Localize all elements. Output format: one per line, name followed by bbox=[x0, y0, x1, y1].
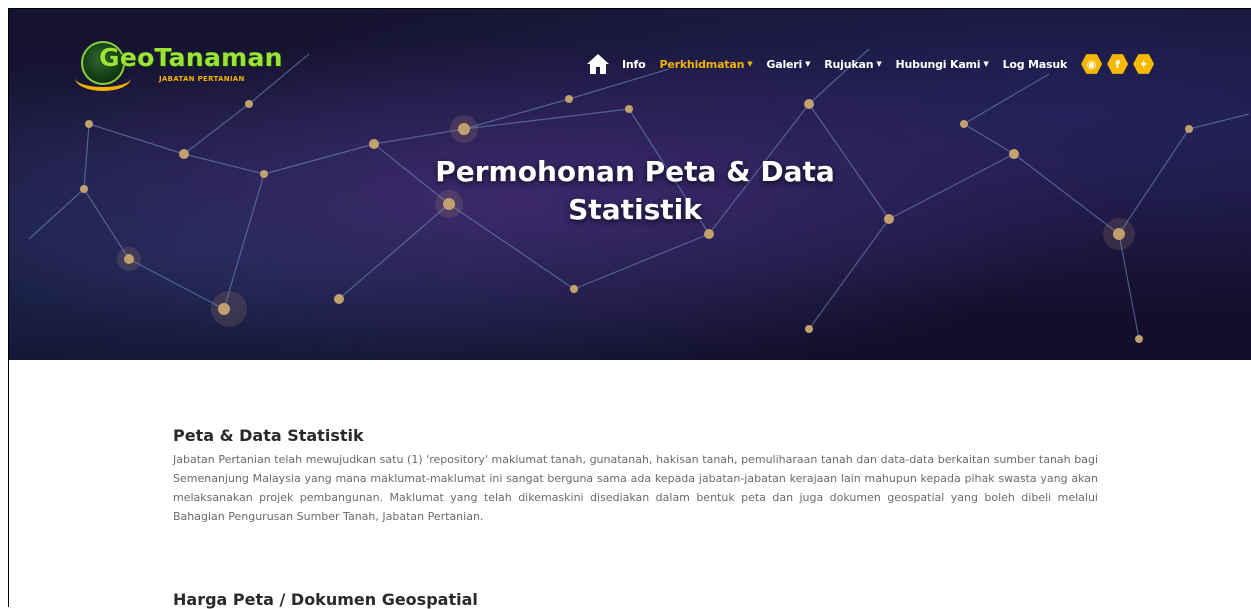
instagram-icon[interactable]: ◉ bbox=[1081, 54, 1103, 74]
nav-item-log-masuk[interactable]: Log Masuk bbox=[1003, 58, 1068, 71]
twitter-icon[interactable]: ✦ bbox=[1133, 54, 1155, 74]
nav-item-rujukan[interactable]: Rujukan ▼ bbox=[824, 58, 881, 71]
caret-down-icon: ▼ bbox=[805, 59, 811, 68]
page-title: Permohonan Peta & Data Statistik bbox=[370, 153, 900, 229]
main-navigation: Info Perkhidmatan ▼ Galeri ▼ Rujukan ▼ Hubu… bbox=[586, 53, 1159, 75]
logo-brand-text: GeoTanaman bbox=[99, 43, 283, 72]
home-icon[interactable] bbox=[586, 53, 610, 75]
nav-item-rujukan-label: Rujukan bbox=[824, 57, 874, 71]
nav-item-galeri[interactable]: Galeri ▼ bbox=[766, 58, 810, 71]
caret-down-icon: ▼ bbox=[876, 59, 882, 68]
page-title-line-2: Statistik bbox=[568, 193, 702, 226]
site-logo[interactable]: GeoTanaman JABATAN PERTANIAN bbox=[75, 39, 282, 99]
caret-down-icon: ▼ bbox=[983, 59, 989, 68]
nav-item-info-label: Info bbox=[622, 57, 646, 71]
facebook-icon[interactable]: f bbox=[1107, 54, 1129, 74]
caret-down-icon: ▼ bbox=[747, 59, 753, 68]
nav-item-hubungi-kami[interactable]: Hubungi Kami ▼ bbox=[896, 58, 989, 71]
main-content: Peta & Data Statistik Jabatan Pertanian … bbox=[9, 360, 1251, 609]
page-title-line-1: Permohonan Peta & Data bbox=[435, 155, 835, 188]
nav-item-info[interactable]: Info bbox=[622, 57, 646, 71]
nav-item-log-masuk-label: Log Masuk bbox=[1002, 57, 1068, 71]
nav-item-perkhidmatan-label: Perkhidmatan bbox=[659, 57, 745, 71]
logo-subtitle: JABATAN PERTANIAN bbox=[159, 75, 245, 83]
social-links: ◉ f ✦ bbox=[1081, 53, 1159, 75]
hero-banner: GeoTanaman JABATAN PERTANIAN Info Perkhi… bbox=[9, 9, 1251, 360]
nav-item-hubungi-kami-label: Hubungi Kami bbox=[895, 57, 981, 71]
nav-item-galeri-label: Galeri bbox=[766, 57, 803, 71]
nav-item-perkhidmatan[interactable]: Perkhidmatan ▼ bbox=[659, 58, 752, 71]
section-heading-harga-peta: Harga Peta / Dokumen Geospatial bbox=[173, 590, 478, 609]
section-paragraph-peta-data: Jabatan Pertanian telah mewujudkan satu … bbox=[173, 453, 1098, 523]
